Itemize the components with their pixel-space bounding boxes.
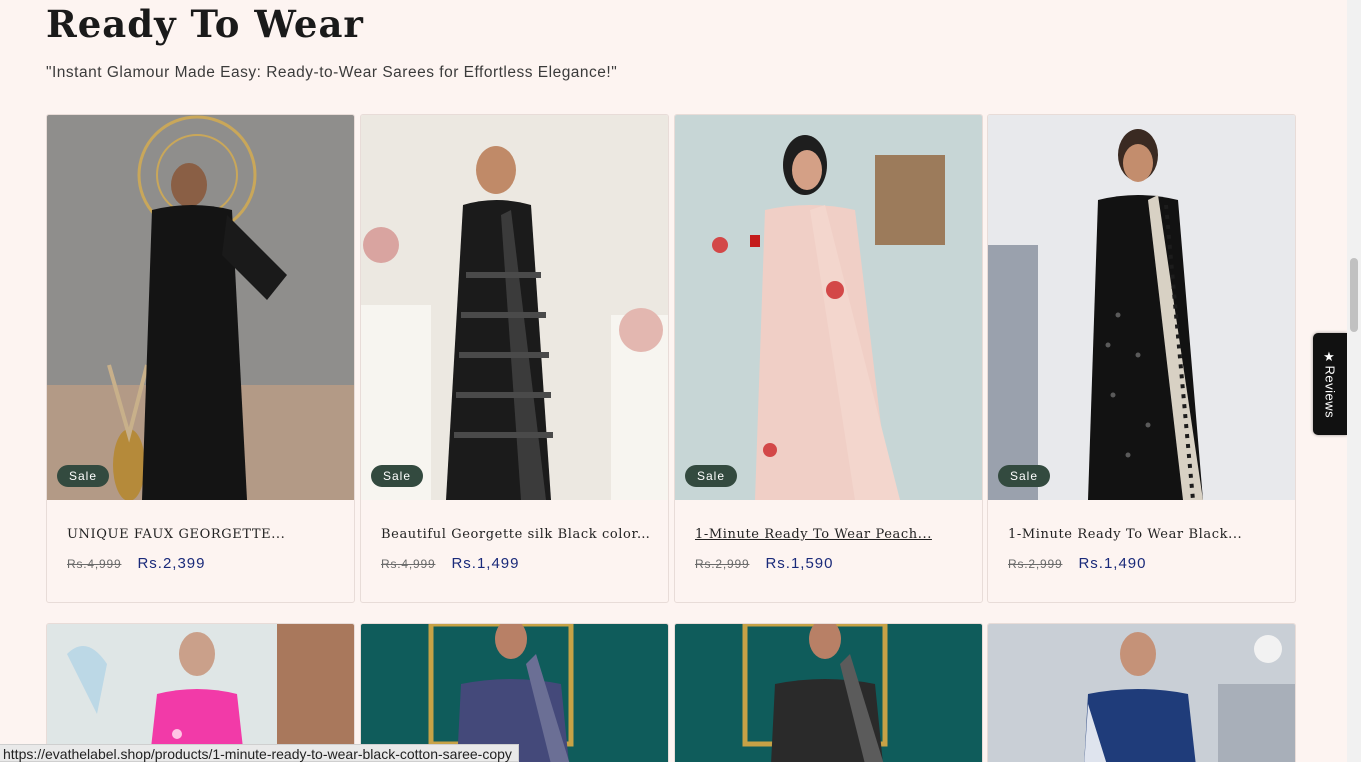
regular-price: Rs.4,999: [67, 557, 122, 571]
product-name[interactable]: UNIQUE FAUX GEORGETTE...: [67, 527, 337, 542]
reviews-tab-label: ★Reviews: [1322, 349, 1338, 419]
sale-price: Rs.1,590: [765, 555, 834, 572]
product-card[interactable]: [360, 623, 669, 762]
regular-price: Rs.2,999: [1008, 557, 1063, 571]
regular-price: Rs.2,999: [695, 557, 750, 571]
product-image[interactable]: [47, 115, 354, 500]
price-row: Rs.4,999 Rs.2,399: [67, 555, 205, 572]
product-card[interactable]: [46, 623, 355, 762]
section-title: Ready To Wear: [46, 2, 364, 46]
product-card[interactable]: [674, 623, 983, 762]
scrollbar[interactable]: [1347, 0, 1361, 762]
section-subtitle: "Instant Glamour Made Easy: Ready-to-Wea…: [46, 64, 618, 81]
regular-price: Rs.4,999: [381, 557, 436, 571]
product-image[interactable]: [47, 624, 354, 762]
product-card[interactable]: Sale 1-Minute Ready To Wear Black... Rs.…: [987, 114, 1296, 603]
product-image[interactable]: [675, 115, 982, 500]
sale-badge: Sale: [685, 465, 738, 487]
reviews-tab[interactable]: ★Reviews: [1313, 333, 1347, 435]
product-card[interactable]: Sale Beautiful Georgette silk Black colo…: [360, 114, 669, 603]
product-image[interactable]: [361, 115, 668, 500]
product-image[interactable]: [988, 624, 1295, 762]
product-image[interactable]: [675, 624, 982, 762]
sale-badge: Sale: [57, 465, 110, 487]
price-row: Rs.2,999 Rs.1,590: [695, 555, 833, 572]
price-row: Rs.2,999 Rs.1,490: [1008, 555, 1146, 572]
sale-price: Rs.1,490: [1078, 555, 1147, 572]
product-card[interactable]: Sale 1-Minute Ready To Wear Peach... Rs.…: [674, 114, 983, 603]
product-name[interactable]: Beautiful Georgette silk Black color...: [381, 527, 651, 542]
sale-badge: Sale: [371, 465, 424, 487]
price-row: Rs.4,999 Rs.1,499: [381, 555, 519, 572]
sale-badge: Sale: [998, 465, 1051, 487]
product-image[interactable]: [361, 624, 668, 762]
product-name[interactable]: 1-Minute Ready To Wear Peach...: [695, 527, 965, 542]
status-bar-url: https://evathelabel.shop/products/1-minu…: [0, 744, 519, 762]
page: Ready To Wear "Instant Glamour Made Easy…: [0, 0, 1347, 762]
scrollbar-thumb[interactable]: [1350, 258, 1358, 332]
product-card[interactable]: Sale UNIQUE FAUX GEORGETTE... Rs.4,999 R…: [46, 114, 355, 603]
sale-price: Rs.2,399: [137, 555, 206, 572]
sale-price: Rs.1,499: [451, 555, 520, 572]
product-card[interactable]: [987, 623, 1296, 762]
product-name[interactable]: 1-Minute Ready To Wear Black...: [1008, 527, 1278, 542]
product-image[interactable]: [988, 115, 1295, 500]
